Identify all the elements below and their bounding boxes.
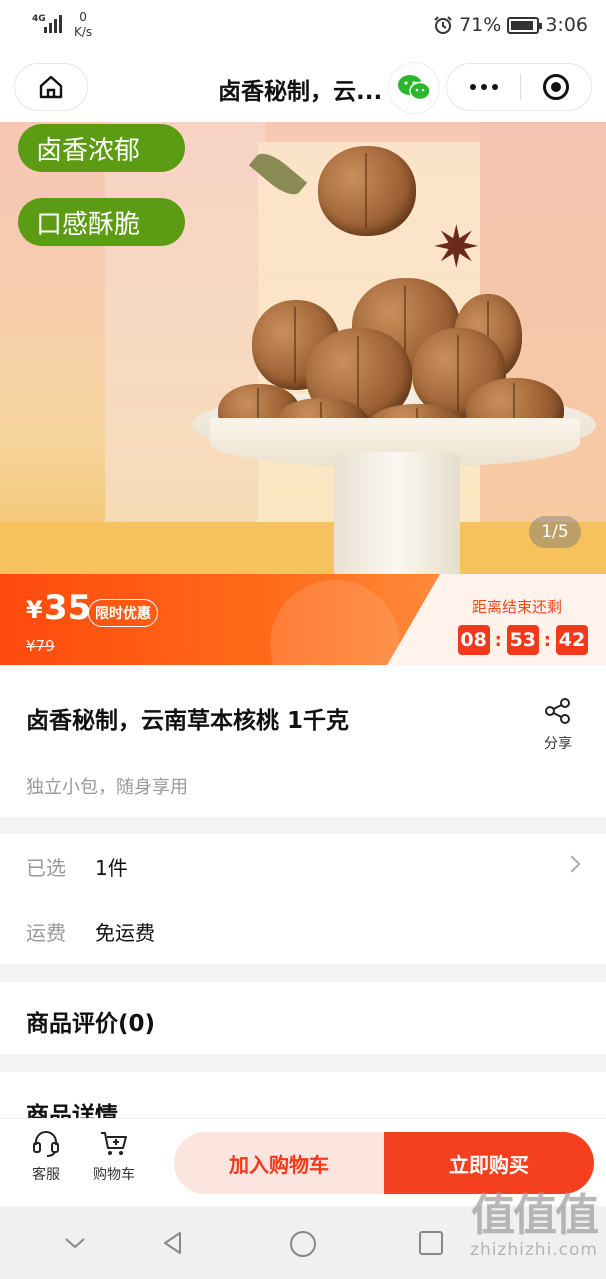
chevron-right-icon bbox=[563, 855, 581, 873]
add-to-cart-button[interactable]: 加入购物车 bbox=[174, 1132, 384, 1194]
flash-sale-bar: ¥ 35 限时优惠 ¥79 距离结束还剩 08 : 53 : 42 bbox=[0, 574, 606, 665]
cart-button[interactable]: 购物车 bbox=[84, 1129, 144, 1184]
home-button[interactable] bbox=[14, 63, 88, 111]
alarm-icon bbox=[434, 16, 452, 34]
share-icon bbox=[545, 698, 570, 724]
shipping-value: 免运费 bbox=[95, 921, 155, 945]
battery-percent: 71% bbox=[459, 14, 502, 36]
reviews-title: 商品评价(0) bbox=[26, 1011, 156, 1037]
star-anise-icon: ✷ bbox=[432, 213, 481, 281]
walnut-image bbox=[318, 146, 416, 236]
cart-label: 购物车 bbox=[93, 1167, 135, 1183]
mini-program-capsule bbox=[446, 63, 592, 111]
product-image-carousel[interactable]: 卤香浓郁 口感酥脆 ✷ 1/5 bbox=[0, 122, 606, 574]
product-title: 卤香秘制，云南草本核桃 1千克 bbox=[26, 708, 350, 734]
status-bar: 4G 0 K/s 71% 3:06 bbox=[0, 0, 606, 52]
shipping-label: 运费 bbox=[26, 921, 66, 945]
feature-tag: 卤香浓郁 bbox=[18, 124, 185, 172]
status-right: 71% 3:06 bbox=[433, 14, 588, 36]
countdown-seconds: 42 bbox=[556, 625, 588, 655]
share-label: 分享 bbox=[544, 736, 572, 752]
countdown-timer: 08 : 53 : 42 bbox=[457, 625, 588, 655]
cart-icon bbox=[101, 1132, 127, 1155]
share-button[interactable]: 分享 bbox=[532, 697, 584, 753]
reviews-section[interactable]: 商品评价(0) bbox=[0, 982, 606, 1054]
carousel-pager: 1/5 bbox=[529, 516, 581, 548]
product-subtitle: 独立小包，随身享用 bbox=[26, 777, 188, 798]
battery-icon bbox=[507, 16, 543, 34]
nav-bar: 卤香秘制，云... bbox=[0, 52, 606, 122]
home-nav-icon[interactable] bbox=[289, 1230, 317, 1258]
buy-now-button[interactable]: 立即购买 bbox=[384, 1132, 594, 1194]
clock: 3:06 bbox=[545, 14, 588, 36]
countdown-hours: 08 bbox=[457, 625, 490, 655]
customer-service-button[interactable]: 客服 bbox=[16, 1129, 76, 1184]
current-price: 35 bbox=[44, 588, 92, 628]
site-watermark: 值值值 zhizhizhi.com bbox=[470, 1190, 599, 1261]
net-speed: 0 K/s bbox=[74, 10, 92, 40]
currency-symbol: ¥ bbox=[26, 596, 43, 624]
home-icon bbox=[39, 75, 63, 99]
selected-value: 1件 bbox=[95, 856, 128, 880]
watermark-text: zhizhizhi.com bbox=[470, 1240, 598, 1260]
countdown-label: 距离结束还剩 bbox=[471, 598, 562, 616]
customer-service-label: 客服 bbox=[32, 1167, 60, 1183]
headset-icon bbox=[33, 1131, 59, 1157]
page-title: 卤香秘制，云... bbox=[218, 79, 383, 105]
more-button[interactable] bbox=[447, 64, 520, 110]
close-button[interactable] bbox=[521, 64, 591, 110]
net-speed-unit: K/s bbox=[74, 25, 93, 39]
back-icon[interactable] bbox=[160, 1230, 186, 1256]
recents-icon[interactable] bbox=[418, 1230, 444, 1256]
net-speed-value: 0 bbox=[79, 10, 87, 24]
countdown-minutes: 53 bbox=[506, 625, 539, 655]
feature-tag: 口感酥脆 bbox=[18, 198, 185, 246]
limited-offer-badge: 限时优惠 bbox=[88, 599, 158, 627]
selected-label: 已选 bbox=[26, 856, 66, 880]
wechat-share-button[interactable] bbox=[388, 62, 440, 114]
original-price: ¥79 bbox=[26, 637, 55, 655]
shipping-row: 运费 免运费 bbox=[0, 899, 606, 964]
watermark-glyphs: 值值值 bbox=[471, 1190, 599, 1241]
bowl-stem-image bbox=[334, 452, 460, 574]
options-card: 已选 1件 运费 免运费 bbox=[0, 834, 606, 964]
hide-keyboard-icon[interactable] bbox=[62, 1230, 88, 1256]
close-target-icon bbox=[543, 74, 569, 100]
wechat-icon bbox=[398, 75, 431, 101]
product-info-card: 卤香秘制，云南草本核桃 1千克 分享 独立小包，随身享用 bbox=[0, 665, 606, 817]
signal-icon bbox=[44, 15, 62, 33]
selected-spec-row[interactable]: 已选 1件 bbox=[0, 834, 606, 899]
